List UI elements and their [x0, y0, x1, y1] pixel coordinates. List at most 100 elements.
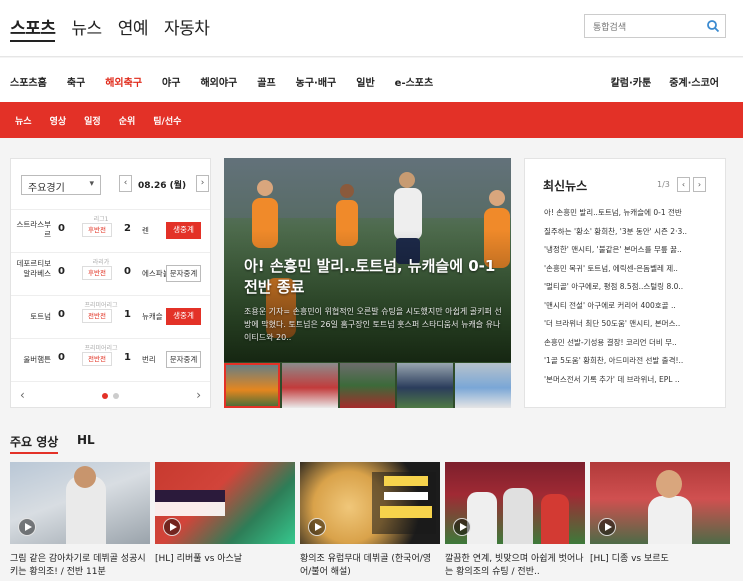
section-sports[interactable]: 스포츠 [10, 14, 56, 42]
hero-title[interactable]: 아! 손흥민 발리..토트넘, 뉴캐슬에 0-1 전반 종료 [244, 256, 504, 298]
video-card[interactable]: [HL] 디종 vs 보르도 [590, 462, 730, 579]
video-thumbnail[interactable] [590, 462, 730, 544]
hero-description: 조용운 기자= 손흥민이 위협적인 오른발 슈팅을 시도했지만 아쉽게 골키퍼 … [244, 307, 502, 342]
nav-baseball[interactable]: 야구 [162, 74, 180, 89]
news-item[interactable]: '손흥민 복귀' 토트넘, 에릭센-은돔벨레 제.. [544, 263, 704, 282]
tab-main-videos[interactable]: 주요 영상 [10, 433, 59, 454]
news-page-count: 1/3 [657, 180, 670, 189]
prev-date-button[interactable]: ‹ [119, 175, 132, 192]
news-item[interactable]: 질주하는 '황소' 황희찬, '3분 동안' 시즌 2·3.. [544, 226, 704, 245]
league-name: 리그1 [93, 216, 109, 223]
news-item[interactable]: '1골 5도움' 황희찬, 아드미라전 선발 출격!.. [544, 355, 704, 374]
tab-highlights[interactable]: HL [77, 433, 95, 447]
video-caption[interactable]: 그림 같은 감아차기로 데뷔골 성공시키는 황의조! / 전반 11분 [10, 553, 150, 579]
video-caption[interactable]: [HL] 리버풀 vs 아스날 [155, 553, 295, 579]
play-icon [308, 518, 326, 536]
hero-thumb[interactable] [224, 363, 280, 408]
away-score: 1 [124, 352, 131, 363]
video-card[interactable]: 황의조 유럽무대 데뷔골 (한국어/영어/불어 해설) [300, 462, 440, 579]
news-item[interactable]: 손흥민 선발-기성용 결장! 코리언 더비 무.. [544, 337, 704, 356]
home-team: 데포르티보 알라베스 [16, 259, 52, 278]
video-card[interactable]: 그림 같은 감아차기로 데뷔골 성공시키는 황의조! / 전반 11분 [10, 462, 150, 579]
home-team: 울버햄튼 [23, 355, 51, 364]
away-score: 1 [124, 309, 131, 320]
nav-golf[interactable]: 골프 [257, 74, 275, 89]
video-section-header: 주요 영상 HL [0, 423, 743, 454]
play-icon [18, 518, 36, 536]
video-caption[interactable]: 깔끔한 연계, 빗맞으며 아쉽게 벗어나는 황의조의 슈팅 / 전반.. [445, 553, 585, 579]
text-broadcast-button[interactable]: 문자중계 [166, 265, 201, 282]
date-selector: ‹ 08.26 (월) › [119, 175, 209, 195]
hero-article[interactable]: 아! 손흥민 발리..토트넘, 뉴캐슬에 0-1 전반 종료 조용운 기자= 손… [224, 158, 511, 408]
match-row[interactable]: 토트넘 0 프리미어리그 전반전 1 뉴캐슬 생중계 [11, 295, 210, 336]
subnav-video[interactable]: 영상 [50, 114, 67, 127]
video-list: 그림 같은 감아차기로 데뷔골 성공시키는 황의조! / 전반 11분 [HL]… [10, 462, 743, 579]
text-broadcast-button[interactable]: 문자중계 [166, 351, 201, 368]
video-caption[interactable]: [HL] 디종 vs 보르도 [590, 553, 730, 579]
scores-pager: ‹ › [11, 381, 210, 408]
match-row[interactable]: 울버햄튼 0 프리미어리그 전반전 1 번리 문자중계 [11, 338, 210, 379]
match-filter-select[interactable]: 주요경기 ▾ [21, 175, 101, 195]
play-icon [598, 518, 616, 536]
hero-thumb[interactable] [281, 363, 338, 408]
news-item[interactable]: '맨시티 전설' 아구에로 커리어 400호골 .. [544, 300, 704, 319]
video-thumbnail[interactable] [10, 462, 150, 544]
subnav-news[interactable]: 뉴스 [15, 114, 32, 127]
subnav-ranking[interactable]: 순위 [119, 114, 136, 127]
nav-sports-home[interactable]: 스포츠홈 [10, 74, 47, 89]
subnav-schedule[interactable]: 일정 [84, 114, 101, 127]
news-prev-button[interactable]: ‹ [677, 177, 690, 192]
hero-thumb[interactable] [455, 363, 511, 408]
search-icon[interactable] [706, 19, 720, 33]
video-thumbnail[interactable] [155, 462, 295, 544]
home-score: 0 [58, 223, 65, 234]
nav-basketball-volleyball[interactable]: 농구·배구 [296, 74, 337, 89]
news-item[interactable]: '냉정한' 맨시티, '불같은' 본머스를 무릎 꿇.. [544, 244, 704, 263]
latest-news: 최신뉴스 1/3 ‹ › 아! 손흥민 발리..토트넘, 뉴캐슬에 0-1 전반… [524, 158, 726, 408]
news-item[interactable]: 아! 손흥민 발리..토트넘, 뉴캐슬에 0-1 전반 [544, 207, 704, 226]
hero-thumb[interactable] [339, 363, 396, 408]
video-thumbnail[interactable] [300, 462, 440, 544]
search-box [584, 14, 726, 39]
match-state: 전반전 [82, 309, 112, 323]
play-icon [163, 518, 181, 536]
section-nav: 스포츠 뉴스 연예 자동차 [10, 14, 210, 42]
nav-world-soccer[interactable]: 해외축구 [105, 74, 142, 89]
chevron-right-icon[interactable]: › [196, 388, 201, 402]
news-item[interactable]: '본머스전서 기록 추가' 데 브라위너, EPL .. [544, 374, 704, 393]
nav-esports[interactable]: e-스포츠 [395, 74, 434, 89]
news-item[interactable]: '멀티골' 아구에로, 평점 8.5점..스털링 8.0.. [544, 281, 704, 300]
news-next-button[interactable]: › [693, 177, 706, 192]
current-date: 08.26 (월) [138, 181, 187, 191]
video-card[interactable]: 깔끔한 연계, 빗맞으며 아쉽게 벗어나는 황의조의 슈팅 / 전반.. [445, 462, 585, 579]
video-card[interactable]: [HL] 리버풀 vs 아스날 [155, 462, 295, 579]
next-date-button[interactable]: › [196, 175, 209, 192]
live-button[interactable]: 생중계 [166, 222, 201, 239]
pager-dot[interactable] [113, 393, 119, 399]
league-name: 프리미어리그 [84, 345, 118, 352]
search-input[interactable] [585, 17, 697, 39]
away-score: 2 [124, 223, 131, 234]
section-news[interactable]: 뉴스 [71, 14, 102, 39]
category-nav: 스포츠홈 축구 해외축구 야구 해외야구 골프 농구·배구 일반 e-스포츠 칼… [0, 58, 743, 102]
match-state: 후반전 [82, 266, 112, 280]
nav-soccer[interactable]: 축구 [67, 74, 85, 89]
match-row[interactable]: 데포르티보 알라베스 0 라리가 후반전 0 에스파뇰 문자중계 [11, 252, 210, 293]
league-name: 프리미어리그 [84, 302, 118, 309]
section-entertainment[interactable]: 연예 [118, 14, 149, 39]
match-row[interactable]: 스트라스부르 0 리그1 후반전 2 렌 생중계 [11, 209, 210, 250]
subnav-team-player[interactable]: 팀/선수 [153, 114, 181, 127]
nav-general[interactable]: 일반 [356, 74, 374, 89]
nav-broadcast-score[interactable]: 중계·스코어 [669, 74, 719, 89]
video-caption[interactable]: 황의조 유럽무대 데뷔골 (한국어/영어/불어 해설) [300, 553, 440, 579]
home-score: 0 [58, 352, 65, 363]
news-item[interactable]: '더 브라위너 최단 50도움' 맨시티, 본머스.. [544, 318, 704, 337]
live-button[interactable]: 생중계 [166, 308, 201, 325]
section-cars[interactable]: 자동차 [164, 14, 210, 39]
nav-column-cartoon[interactable]: 칼럼·카툰 [611, 74, 652, 89]
hero-thumb[interactable] [397, 363, 454, 408]
chevron-left-icon[interactable]: ‹ [20, 388, 25, 402]
nav-world-baseball[interactable]: 해외야구 [200, 74, 237, 89]
pager-dot-active[interactable] [102, 393, 108, 399]
video-thumbnail[interactable] [445, 462, 585, 544]
